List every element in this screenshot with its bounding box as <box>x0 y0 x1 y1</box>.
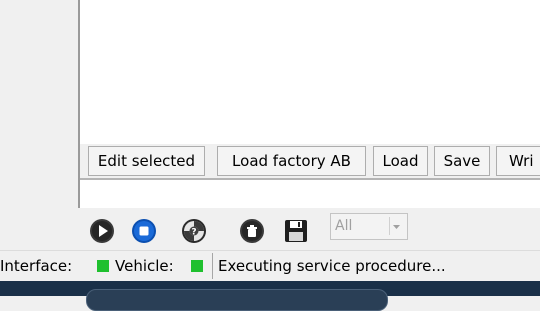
taskbar-search-pill[interactable] <box>86 289 388 311</box>
vehicle-label: Vehicle: <box>115 257 174 275</box>
svg-text:?: ? <box>191 228 196 238</box>
delete-icon[interactable] <box>239 218 265 244</box>
vehicle-status-led <box>191 260 203 272</box>
procedure-list-area[interactable] <box>80 0 540 144</box>
stop-icon[interactable] <box>131 218 157 244</box>
save-button[interactable]: Save <box>434 146 490 176</box>
play-icon[interactable] <box>89 218 115 244</box>
filter-select-value: All <box>335 218 353 234</box>
status-message: Executing service procedure... <box>218 257 446 275</box>
taskbar <box>0 281 540 311</box>
bottom-toolbar: ? <box>0 208 540 248</box>
status-divider <box>212 253 213 279</box>
edit-selected-button[interactable]: Edit selected <box>88 146 205 176</box>
interface-label: Interface: <box>0 257 73 275</box>
save-disk-icon[interactable] <box>283 218 309 244</box>
left-pane <box>0 0 78 238</box>
status-bar: Interface: Vehicle: Executing service pr… <box>0 250 540 281</box>
chevron-down-icon <box>389 217 400 235</box>
filter-select[interactable]: All <box>330 213 408 240</box>
write-button[interactable]: Wri <box>496 146 540 176</box>
load-button[interactable]: Load <box>373 146 428 176</box>
help-lifebuoy-icon[interactable]: ? <box>181 218 207 244</box>
interface-status-led <box>97 260 109 272</box>
load-factory-ab-button[interactable]: Load factory AB <box>217 146 366 176</box>
action-button-row: Edit selected Load factory AB Load Save … <box>80 144 540 178</box>
blank-panel <box>80 180 540 208</box>
